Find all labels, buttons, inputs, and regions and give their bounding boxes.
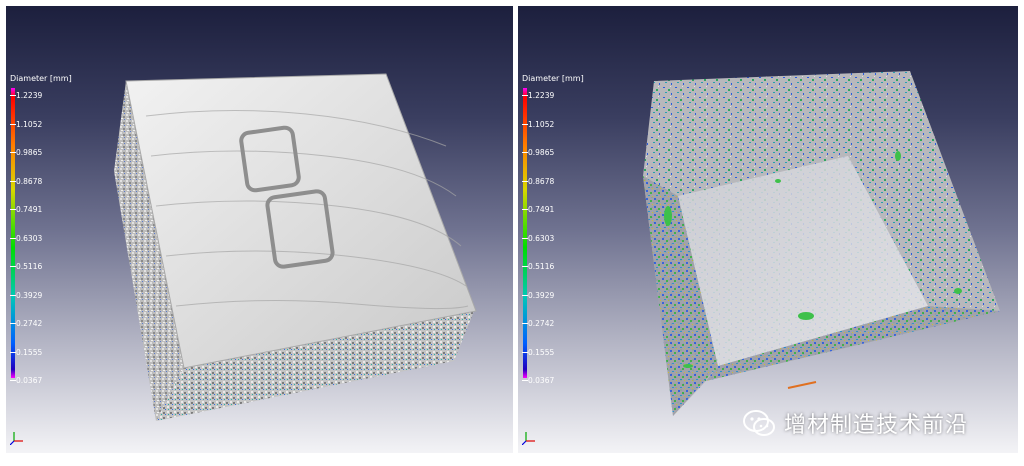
legend-tick: 0.8678 [521,177,555,186]
legend-tick: 0.3929 [521,291,555,300]
legend-tick: 0.7491 [521,205,555,214]
legend-title: Diameter [mm] [10,74,72,83]
colorbar-legend-right: Diameter [mm] 1.2239 1.1052 0.9865 0.867… [521,74,592,386]
colorbar [11,88,15,378]
legend-tick: 0.9865 [521,148,555,157]
legend-tick: 0.5116 [9,262,43,271]
colorbar-legend-left: Diameter [mm] 1.2239 1.1052 0.9865 0.867… [9,74,80,386]
right-3d-viewport[interactable]: Diameter [mm] 1.2239 1.1052 0.9865 0.867… [518,6,1018,453]
legend-tick: 1.2239 [521,91,555,100]
wechat-watermark: 增材制造技术前沿 [742,403,968,443]
left-3d-viewport[interactable]: Diameter [mm] 1.2239 1.1052 0.9865 0.867… [6,6,513,453]
pore-highlight [787,381,817,389]
legend-tick: 1.1052 [9,120,43,129]
legend-tick: 0.2742 [9,319,43,328]
legend-tick: 0.1555 [521,348,555,357]
legend-tick: 0.8678 [9,177,43,186]
legend-tick: 0.0367 [521,376,555,385]
legend-tick: 0.9865 [9,148,43,157]
wechat-logo-icon [743,410,775,436]
figure-frame: Diameter [mm] 1.2239 1.1052 0.9865 0.867… [0,0,1024,466]
watermark-text: 增材制造技术前沿 [784,413,969,438]
axis-triad-icon [522,432,535,445]
legend-tick: 0.0367 [9,376,43,385]
legend-tick: 1.1052 [521,120,555,129]
legend-tick: 0.5116 [521,262,555,271]
legend-tick: 0.6303 [521,234,555,243]
left-cube-model [114,73,477,421]
legend-tick: 0.6303 [9,234,43,243]
axis-triad-icon [10,432,23,445]
colorbar [523,88,527,378]
legend-tick: 0.3929 [9,291,43,300]
legend-tick: 0.7491 [9,205,43,214]
right-cube-model [643,71,1000,416]
legend-tick: 0.1555 [9,348,43,357]
legend-tick: 0.2742 [521,319,555,328]
legend-title: Diameter [mm] [522,74,584,83]
legend-tick: 1.2239 [9,91,43,100]
